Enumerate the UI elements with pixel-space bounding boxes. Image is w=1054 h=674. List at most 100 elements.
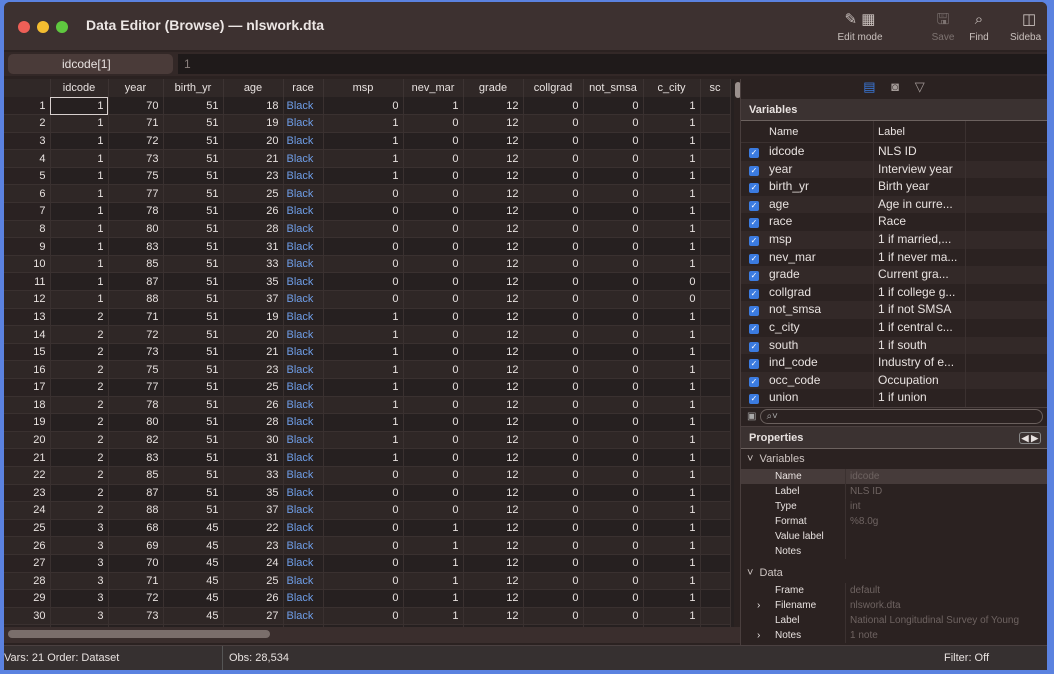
cell-race[interactable]: Black [283, 290, 324, 309]
cell-sc[interactable] [700, 97, 731, 116]
column-header-c_city[interactable]: c_city [643, 79, 701, 97]
cell-year[interactable]: 77 [108, 378, 164, 397]
cell-race[interactable]: Black [283, 413, 324, 432]
cell-collgrad[interactable]: 0 [523, 167, 584, 186]
cell-reference[interactable]: idcode[1] [8, 54, 173, 74]
cell-collgrad[interactable]: 0 [523, 589, 584, 608]
cell-birth_yr[interactable]: 51 [163, 255, 224, 274]
cell-year[interactable]: 83 [108, 237, 164, 256]
cell-c_city[interactable]: 1 [643, 396, 701, 415]
cell-not_smsa[interactable]: 0 [583, 202, 644, 221]
cell-race[interactable]: Black [283, 114, 324, 133]
cell-c_city[interactable]: 1 [643, 149, 701, 168]
cell-race[interactable]: Black [283, 220, 324, 239]
cell-not_smsa[interactable]: 0 [583, 184, 644, 204]
cell-race[interactable]: Black [283, 149, 324, 168]
cell-year[interactable]: 75 [108, 360, 164, 379]
cell-age[interactable]: 31 [223, 448, 284, 467]
cell-not_smsa[interactable]: 0 [583, 167, 644, 186]
cell-nev_mar[interactable]: 0 [403, 149, 464, 168]
cell-msp[interactable]: 0 [323, 466, 404, 485]
cell-year[interactable]: 85 [108, 466, 164, 485]
cell-not_smsa[interactable]: 0 [583, 501, 644, 520]
row-number[interactable]: 15 [4, 343, 51, 362]
cell-not_smsa[interactable]: 0 [583, 325, 644, 344]
cell-race[interactable]: Black [283, 572, 324, 591]
cell-grade[interactable]: 12 [463, 519, 524, 538]
cell-year[interactable]: 87 [108, 272, 164, 292]
cell-nev_mar[interactable]: 0 [403, 484, 464, 503]
cell-msp[interactable]: 1 [323, 149, 404, 168]
variable-row[interactable]: ✓ age Age in curre... [741, 195, 1047, 214]
cell-c_city[interactable]: 1 [643, 466, 701, 485]
cell-grade[interactable]: 12 [463, 360, 524, 379]
variable-row[interactable]: ✓ south 1 if south [741, 336, 1047, 355]
cell-nev_mar[interactable]: 1 [403, 97, 464, 116]
cell-race[interactable]: Black [283, 97, 324, 116]
cell-grade[interactable]: 12 [463, 237, 524, 256]
row-number[interactable]: 13 [4, 308, 51, 327]
cell-sc[interactable] [700, 396, 731, 415]
cell-race[interactable]: Black [283, 202, 324, 221]
cell-age[interactable]: 26 [223, 396, 284, 415]
cell-idcode[interactable]: 1 [50, 272, 109, 292]
cell-not_smsa[interactable]: 0 [583, 378, 644, 397]
cell-sc[interactable] [700, 343, 731, 362]
cell-year[interactable]: 73 [108, 343, 164, 362]
cell-idcode[interactable]: 2 [50, 308, 109, 327]
cell-sc[interactable] [700, 378, 731, 397]
cell-nev_mar[interactable]: 0 [403, 220, 464, 239]
cell-msp[interactable]: 0 [323, 237, 404, 256]
cell-birth_yr[interactable]: 51 [163, 220, 224, 239]
cell-not_smsa[interactable]: 0 [583, 607, 644, 626]
cell-not_smsa[interactable]: 0 [583, 308, 644, 327]
cell-year[interactable]: 88 [108, 290, 164, 309]
cell-not_smsa[interactable]: 0 [583, 413, 644, 432]
cell-collgrad[interactable]: 0 [523, 519, 584, 538]
cell-collgrad[interactable]: 0 [523, 202, 584, 221]
cell-c_city[interactable]: 1 [643, 378, 701, 397]
cell-idcode[interactable]: 1 [50, 132, 109, 151]
variable-row[interactable]: ✓ grade Current gra... [741, 266, 1047, 284]
cell-sc[interactable] [700, 572, 731, 591]
cell-c_city[interactable]: 1 [643, 202, 701, 221]
cell-grade[interactable]: 12 [463, 220, 524, 239]
cell-not_smsa[interactable]: 0 [583, 396, 644, 415]
cell-age[interactable]: 24 [223, 554, 284, 573]
variables-view-icon[interactable]: ▤ [863, 79, 875, 94]
cell-grade[interactable]: 12 [463, 132, 524, 151]
cell-not_smsa[interactable]: 0 [583, 114, 644, 133]
cell-race[interactable]: Black [283, 484, 324, 503]
variable-checkbox[interactable]: ✓ [741, 372, 767, 390]
cell-grade[interactable]: 12 [463, 589, 524, 608]
cell-year[interactable]: 83 [108, 448, 164, 467]
cell-idcode[interactable]: 1 [50, 220, 109, 239]
cell-year[interactable]: 70 [108, 97, 164, 116]
variable-search-input[interactable]: ⌕˅ [760, 409, 1043, 425]
cell-collgrad[interactable]: 0 [523, 501, 584, 520]
cell-grade[interactable]: 12 [463, 149, 524, 168]
data-grid[interactable]: idcode year birth_yr age race msp nev_mar grade… [4, 79, 734, 629]
cell-msp[interactable]: 0 [323, 97, 404, 116]
variable-checkbox[interactable]: ✓ [741, 143, 767, 161]
row-number[interactable]: 4 [4, 149, 51, 168]
cell-sc[interactable] [700, 149, 731, 168]
column-header-birth_yr[interactable]: birth_yr [163, 79, 224, 97]
cell-idcode[interactable]: 1 [50, 114, 109, 133]
row-number[interactable]: 9 [4, 237, 51, 256]
cell-msp[interactable]: 1 [323, 114, 404, 133]
cell-year[interactable]: 88 [108, 501, 164, 520]
cell-sc[interactable] [700, 202, 731, 221]
cell-idcode[interactable]: 3 [50, 536, 109, 555]
cell-year[interactable]: 78 [108, 202, 164, 221]
cell-age[interactable]: 35 [223, 484, 284, 503]
cell-idcode[interactable]: 1 [50, 202, 109, 221]
cell-year[interactable]: 82 [108, 431, 164, 450]
cell-c_city[interactable]: 1 [643, 501, 701, 520]
row-number[interactable]: 25 [4, 519, 51, 538]
cell-msp[interactable]: 1 [323, 448, 404, 467]
cell-collgrad[interactable]: 0 [523, 572, 584, 591]
cell-age[interactable]: 22 [223, 519, 284, 538]
cell-nev_mar[interactable]: 0 [403, 360, 464, 379]
cell-nev_mar[interactable]: 0 [403, 167, 464, 186]
